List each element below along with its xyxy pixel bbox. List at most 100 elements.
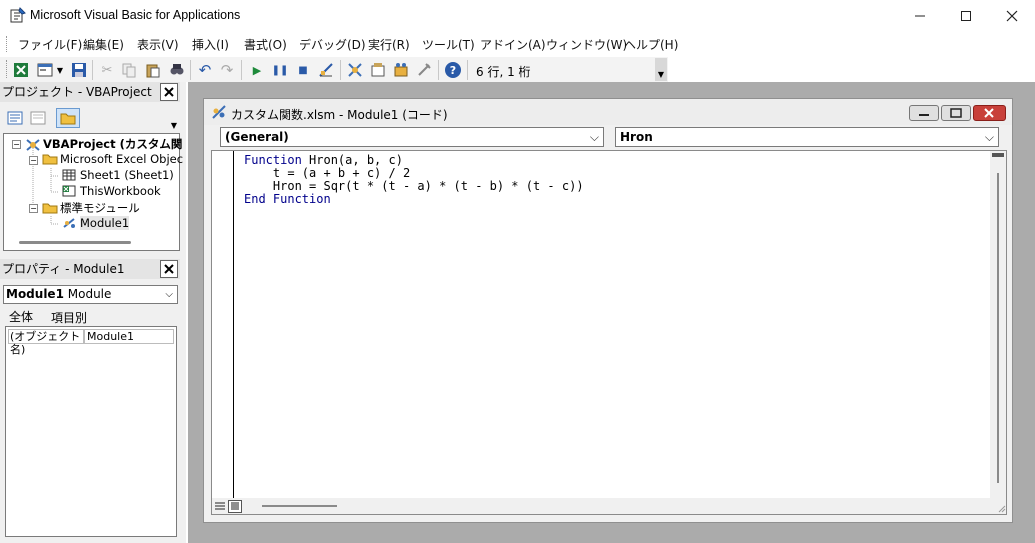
chevron-down-icon: ⌵ (165, 289, 173, 300)
tree-thisworkbook[interactable]: ThisWorkbook (62, 184, 161, 198)
menu-file[interactable]: ファイル(F) (18, 36, 82, 53)
toolbox-icon[interactable] (415, 61, 433, 79)
project-explorer-close-button[interactable] (160, 83, 178, 101)
title-bar: Microsoft Visual Basic for Applications (0, 0, 1035, 32)
maximize-button[interactable] (943, 0, 989, 32)
toolbar-separator (92, 60, 93, 80)
menu-window[interactable]: ウィンドウ(W) (546, 36, 627, 53)
modules-collapse-toggle[interactable]: − (29, 204, 38, 213)
tab-categorized[interactable]: 項目別 (51, 309, 87, 326)
chevron-down-icon: ⌵ (984, 130, 994, 144)
help-icon[interactable]: ? (444, 61, 462, 79)
menu-insert[interactable]: 挿入(I) (192, 36, 229, 53)
resize-grip-icon[interactable] (996, 502, 1006, 513)
vbaproject-icon (25, 138, 40, 151)
menu-format[interactable]: 書式(O) (244, 36, 287, 53)
code-window: カスタム関数.xlsm - Module1 (コード) (General) ⌵ … (203, 98, 1013, 523)
object-browser-icon[interactable] (392, 61, 410, 79)
chevron-down-icon: ⌵ (589, 130, 599, 144)
code-text: t = (a + b + c) / 2 (244, 166, 411, 180)
properties-header: プロパティ - Module1 (0, 259, 180, 279)
project-explorer-title: プロジェクト - VBAProject (2, 85, 152, 99)
toolbar-separator (241, 60, 242, 80)
menu-view[interactable]: 表示(V) (137, 36, 179, 53)
sheet1-label: Sheet1 (Sheet1) (80, 168, 174, 182)
folder-open-icon (42, 153, 58, 165)
code-keyword: End Function (244, 192, 331, 206)
project-toolbar-dropdown-icon[interactable]: ▼ (169, 105, 179, 131)
vertical-scrollbar-thumb[interactable] (997, 173, 999, 483)
minimize-button[interactable] (897, 0, 943, 32)
project-tree-hscroll-thumb[interactable] (19, 241, 131, 244)
excel-objects-collapse-toggle[interactable]: − (29, 156, 38, 165)
design-mode-icon[interactable] (317, 61, 335, 79)
standard-modules-label: 標準モジュール (60, 201, 140, 215)
svg-text:?: ? (450, 64, 456, 77)
properties-object-name: Module1 (6, 287, 64, 301)
toolbar-separator (340, 60, 341, 80)
tree-module1[interactable]: Module1 (62, 216, 130, 230)
properties-close-button[interactable] (160, 260, 178, 278)
code-window-title: カスタム関数.xlsm - Module1 (コード) (231, 108, 448, 122)
project-explorer-icon[interactable] (346, 61, 364, 79)
code-window-restore-button[interactable] (941, 105, 971, 121)
view-code-icon[interactable] (5, 109, 25, 127)
save-icon[interactable] (70, 61, 88, 79)
properties-object-select[interactable]: Module1 Module ⌵ (3, 285, 178, 304)
project-collapse-toggle[interactable]: − (12, 140, 21, 149)
menu-addins[interactable]: アドイン(A) (480, 36, 546, 53)
menu-debug[interactable]: デバッグ(D) (299, 36, 366, 53)
object-combo[interactable]: (General) ⌵ (220, 127, 604, 147)
toolbar-separator (190, 60, 191, 80)
toolbar-options-icon[interactable]: ▼ (655, 58, 667, 81)
code-text: Hron(a, b, c) (301, 153, 403, 167)
properties-grid: (オブジェクト名) Module1 (5, 326, 177, 537)
code-keyword: Function (244, 153, 302, 167)
properties-window-icon[interactable] (369, 61, 387, 79)
dropdown-icon[interactable]: ▼ (55, 61, 65, 79)
tab-alphabetic[interactable]: 全体 (9, 308, 33, 325)
tree-excel-objects[interactable]: Microsoft Excel Objec (42, 152, 183, 166)
find-icon[interactable] (168, 61, 186, 79)
code-editor[interactable]: Function Hron(a, b, c) t = (a + b + c) /… (211, 150, 1007, 515)
view-object-icon[interactable] (28, 109, 48, 127)
undo-icon[interactable]: ↶ (196, 61, 214, 79)
run-icon[interactable]: ▶ (248, 61, 266, 79)
code-window-icon (211, 104, 227, 123)
horizontal-scrollbar-thumb[interactable] (262, 505, 337, 507)
menu-help[interactable]: ヘルプ(H) (624, 36, 678, 53)
worksheet-icon (62, 169, 76, 181)
excel-view-icon[interactable] (12, 61, 30, 79)
tree-vbaproject[interactable]: VBAProject (カスタム関 (25, 136, 182, 152)
split-bar[interactable] (992, 153, 1004, 157)
redo-icon[interactable]: ↷ (218, 61, 236, 79)
reset-icon[interactable]: ■ (294, 61, 312, 79)
window-title: Microsoft Visual Basic for Applications (30, 8, 241, 22)
close-button[interactable] (989, 0, 1035, 32)
menu-edit[interactable]: 編集(E) (83, 36, 124, 53)
tree-sheet1[interactable]: Sheet1 (Sheet1) (62, 168, 174, 182)
menu-run[interactable]: 実行(R) (368, 36, 410, 53)
procedure-combo[interactable]: Hron ⌵ (615, 127, 999, 147)
property-value-cell[interactable]: Module1 (84, 329, 174, 344)
copy-icon[interactable] (120, 61, 138, 79)
full-module-view-icon[interactable] (228, 500, 242, 513)
break-icon[interactable]: ❚❚ (271, 61, 289, 79)
menu-tools[interactable]: ツール(T) (422, 36, 475, 53)
toggle-folders-icon[interactable] (56, 108, 80, 128)
paste-icon[interactable] (144, 61, 162, 79)
excel-objects-label: Microsoft Excel Objec (60, 152, 184, 166)
code-window-minimize-button[interactable] (909, 105, 939, 121)
vba-app-icon (10, 7, 26, 23)
project-explorer-header: プロジェクト - VBAProject (0, 82, 180, 102)
margin-indicator-bar[interactable] (212, 151, 234, 514)
code-line[interactable]: End Function (244, 193, 331, 206)
tree-standard-modules[interactable]: 標準モジュール (42, 200, 140, 216)
toolbar-grip[interactable] (6, 60, 9, 78)
cut-icon[interactable]: ✂ (98, 61, 116, 79)
procedure-view-icon[interactable] (214, 500, 226, 512)
insert-userform-icon[interactable] (36, 61, 54, 79)
code-window-close-button[interactable] (973, 105, 1006, 121)
vertical-scrollbar[interactable] (990, 151, 1006, 514)
menubar-grip[interactable] (6, 36, 9, 52)
